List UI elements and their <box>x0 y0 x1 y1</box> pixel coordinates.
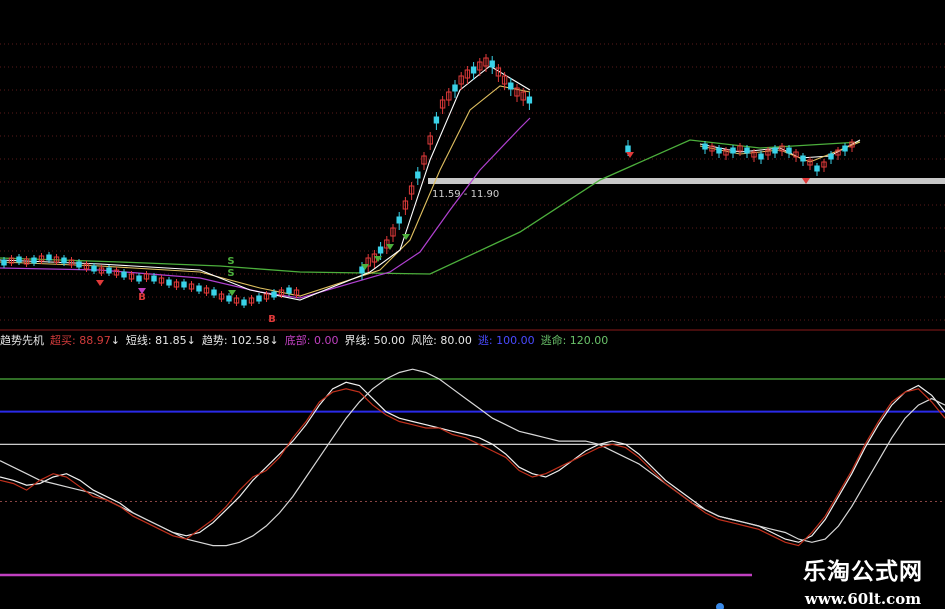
indicator-name: 趋势先机 <box>0 334 44 347</box>
price-grid <box>0 43 945 331</box>
corner-dot <box>716 603 724 609</box>
candle-body <box>800 155 806 162</box>
signal-s: S <box>227 256 234 267</box>
candle-body <box>359 266 365 274</box>
candle-body <box>433 116 440 124</box>
candle-body <box>842 145 848 152</box>
candle-body <box>526 96 533 104</box>
indicator-legend: 趋势先机 超买: 88.97 ↓ 短线: 81.85 ↓ 趋势: 102.58 … <box>0 332 608 348</box>
candle-body <box>211 289 217 296</box>
candle-body <box>166 279 172 286</box>
legend-fengxian: 风险: 80.00 <box>411 334 472 347</box>
candle-body <box>744 147 750 154</box>
candle-body <box>508 82 514 90</box>
candle-body <box>452 84 458 92</box>
candle-body <box>377 246 384 254</box>
candle-body <box>489 60 495 68</box>
series-短线 <box>0 381 945 543</box>
candle-body <box>226 295 232 302</box>
candle-body <box>271 291 277 298</box>
candle-body <box>181 281 187 288</box>
signal-b: B <box>268 314 276 325</box>
candle-body <box>196 285 202 292</box>
candle-body <box>758 153 764 160</box>
price-level-band <box>428 178 945 184</box>
candle-body <box>702 143 708 150</box>
candle-body <box>730 147 736 154</box>
legend-taoming: 逃命: 120.00 <box>540 334 609 347</box>
candle-body <box>625 145 631 153</box>
candle-body <box>415 171 421 179</box>
stock-chart: 11.59 - 11.90SSBB <box>0 43 945 609</box>
legend-qushi-arrow: ↓ <box>269 333 279 347</box>
candle-body <box>16 256 22 263</box>
candle-body <box>716 147 722 154</box>
candle-body <box>786 147 792 154</box>
watermark-title: 乐淘公式网 <box>803 559 923 585</box>
candle-body <box>256 295 262 302</box>
candle-body <box>814 165 820 172</box>
legend-jiexian: 界线: 50.00 <box>344 334 406 347</box>
legend-qushi: 趋势: 102.58 <box>201 334 270 347</box>
candle-body <box>136 275 142 282</box>
legend-chaomai-arrow: ↓ <box>110 333 120 347</box>
candle-body <box>828 153 834 160</box>
watermark-url: www.60lt.com <box>804 590 922 608</box>
candle-body <box>772 147 778 154</box>
candle-body <box>470 66 477 74</box>
ma-mid-line <box>0 117 531 299</box>
series-趋势 <box>0 368 945 547</box>
legend-duanxian: 短线: 81.85 <box>125 334 187 347</box>
legend-dibu: 底部: 0.00 <box>284 334 339 347</box>
candle-body <box>396 216 402 224</box>
watermark: 乐淘公式网 www.60lt.com <box>803 552 923 608</box>
price-panel: 11.59 - 11.90SSBB <box>0 54 945 325</box>
signal-s: S <box>227 268 234 279</box>
legend-tao: 逃: 100.00 <box>477 334 535 347</box>
legend-chaomai: 超买: 88.97 <box>50 334 111 347</box>
candle-body <box>1 259 7 266</box>
signal-arrow <box>626 152 634 158</box>
candle-body <box>121 271 127 278</box>
candle-body <box>286 287 292 294</box>
signal-arrow <box>96 280 104 286</box>
price-level-label: 11.59 - 11.90 <box>432 189 499 200</box>
candle-body <box>61 257 67 264</box>
candle-body <box>46 254 52 261</box>
candle-body <box>31 257 37 264</box>
candle-body <box>241 299 247 306</box>
legend-duanxian-arrow: ↓ <box>186 333 196 347</box>
candle-body <box>106 267 112 274</box>
candle-body <box>91 265 97 272</box>
candle-body <box>151 275 157 282</box>
candle-body <box>76 261 82 268</box>
